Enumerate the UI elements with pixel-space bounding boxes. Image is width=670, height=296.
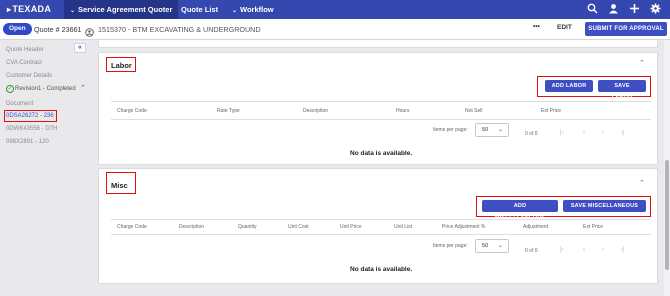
edit-button[interactable]: EDIT <box>557 24 572 31</box>
gear-icon[interactable] <box>650 3 661 18</box>
logo-mark-icon: ▸ <box>7 5 12 14</box>
texada-logo[interactable]: ▸TEXADA <box>7 4 51 14</box>
chevron-down-icon: ⌄ <box>70 8 76 14</box>
save-miscellaneous-button[interactable]: SAVE MISCELLANEOUS <box>563 200 646 212</box>
items-per-page-label: Items per page: <box>433 127 468 133</box>
column-header-unit-price[interactable]: Unit Price <box>340 224 362 230</box>
nav-label: Service Agreement Quoter <box>78 5 173 14</box>
table-divider <box>111 219 651 220</box>
chevron-up-icon[interactable]: ⌃ <box>80 84 86 92</box>
sidebar-item-equipment-1[interactable]: 0DSA26272 - 236 <box>6 113 54 119</box>
section-title-labor: Labor <box>111 61 132 70</box>
items-per-page-value: 50 <box>482 243 489 249</box>
nav-service-agreement-quoter[interactable]: ⌄ Service Agreement Quoter <box>64 0 179 19</box>
table-divider <box>111 119 651 120</box>
column-header-unit-list[interactable]: Unit List <box>394 224 412 230</box>
nav-workflow[interactable]: ⌄ Workflow <box>226 0 280 19</box>
previous-page-icon[interactable]: ‹ <box>583 247 585 253</box>
pagination-range: 0 of 0 <box>525 248 538 254</box>
sidebar-item-document[interactable]: Document <box>6 101 33 107</box>
column-header-rate-type[interactable]: Rate Type <box>217 108 240 114</box>
column-header-quantity[interactable]: Quantity <box>238 224 257 230</box>
nav-quote-list[interactable]: Quote List <box>175 0 224 19</box>
quote-header-bar: Open Quote # 23661 1515370 - BTM EXCAVAT… <box>0 19 670 40</box>
column-header-unit-cost[interactable]: Unit Cost <box>288 224 309 230</box>
status-badge: Open <box>3 23 32 35</box>
last-page-icon[interactable]: ›| <box>621 247 625 253</box>
sidebar-item-cva-contract[interactable]: CVA Contract <box>6 60 42 66</box>
sidebar-item-revision[interactable]: Revision1 - Completed <box>15 86 76 92</box>
next-page-icon[interactable]: › <box>602 130 604 136</box>
sidebar-item-equipment-2[interactable]: 0DWK43556 - D7H <box>6 126 57 132</box>
add-miscellaneous-button[interactable]: ADD MISCELLANEOUS <box>482 200 558 221</box>
column-header-charge-code[interactable]: Charge Code <box>117 108 147 114</box>
check-circle-icon: ✓ <box>6 85 14 93</box>
user-icon[interactable] <box>608 3 619 18</box>
sidebar-item-customer-details[interactable]: Customer Details <box>6 73 52 79</box>
table-divider <box>111 101 651 102</box>
column-header-not-sell[interactable]: Not Sell <box>465 108 483 114</box>
section-title-misc: Misc <box>111 181 128 190</box>
chevron-down-icon: ⌄ <box>232 8 238 14</box>
chevron-down-icon: ⌄ <box>497 243 503 249</box>
quote-number: Quote # 23661 <box>34 25 82 34</box>
collapse-sidebar-icon[interactable]: « <box>74 43 86 53</box>
column-header-adjustment[interactable]: Adjustment <box>523 224 548 230</box>
misc-section: Misc ⌃ ADD MISCELLANEOUS SAVE MISCELLANE… <box>98 168 658 284</box>
first-page-icon[interactable]: |‹ <box>560 130 564 136</box>
submit-for-approval-button[interactable]: SUBMIT FOR APPROVAL <box>585 22 667 36</box>
first-page-icon[interactable]: |‹ <box>560 247 564 253</box>
previous-page-icon[interactable]: ‹ <box>583 130 585 136</box>
more-options-button[interactable]: ••• <box>533 23 540 30</box>
table-divider <box>111 234 651 235</box>
add-labor-button[interactable]: ADD LABOR <box>545 80 593 92</box>
chevron-down-icon: ⌄ <box>497 127 503 133</box>
column-header-ext-price[interactable]: Ext Price <box>541 108 561 114</box>
top-bar: ▸TEXADA ⌄ Service Agreement Quoter Quote … <box>0 0 670 19</box>
empty-state-text: No data is available. <box>350 266 413 273</box>
scrollbar-thumb[interactable] <box>665 160 669 270</box>
logo-text: TEXADA <box>12 4 52 14</box>
chevron-up-icon[interactable]: ⌃ <box>639 179 645 187</box>
nav-label: Workflow <box>240 5 274 14</box>
sidebar-item-equipment-3[interactable]: 098X2891 - 120 <box>6 139 49 145</box>
chevron-up-icon[interactable]: ⌃ <box>639 59 645 67</box>
empty-state-text: No data is available. <box>350 150 413 157</box>
previous-section-card <box>98 40 658 48</box>
items-per-page-label: Items per page: <box>433 243 468 249</box>
search-icon[interactable] <box>587 3 598 18</box>
sidebar-item-quote-header[interactable]: Quote Header <box>6 47 44 53</box>
column-header-price-adjustment[interactable]: Price Adjustment % <box>442 224 485 230</box>
next-page-icon[interactable]: › <box>602 247 604 253</box>
plus-icon[interactable] <box>629 3 640 18</box>
items-per-page-select[interactable]: 50 ⌄ <box>475 239 509 253</box>
column-header-description[interactable]: Description <box>179 224 204 230</box>
labor-section: Labor ⌃ ADD LABOR SAVE LABOR Charge Code… <box>98 52 658 165</box>
column-header-ext-price[interactable]: Ext Price <box>583 224 603 230</box>
sidebar: « Quote Header CVA Contract Customer Det… <box>0 40 92 296</box>
pagination-range: 0 of 0 <box>525 131 538 137</box>
column-header-description[interactable]: Description <box>303 108 328 114</box>
items-per-page-select[interactable]: 50 ⌄ <box>475 123 509 137</box>
last-page-icon[interactable]: ›| <box>621 130 625 136</box>
customer-name: 1515370 - BTM EXCAVATING & UNDERGROUND <box>98 25 261 34</box>
column-header-charge-code[interactable]: Charge Code <box>117 224 147 230</box>
save-labor-button[interactable]: SAVE LABOR <box>598 80 646 101</box>
column-header-hours[interactable]: Hours <box>396 108 409 114</box>
items-per-page-value: 50 <box>482 127 489 133</box>
